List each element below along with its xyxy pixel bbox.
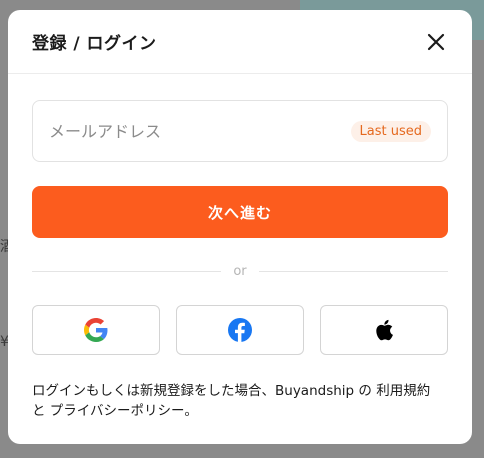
email-input[interactable]: [49, 121, 329, 141]
modal-body: Last used 次へ進む or: [8, 74, 472, 421]
terms-text: ログインもしくは新規登録をした場合、Buyandship の 利用規約と プライ…: [32, 381, 448, 421]
email-field[interactable]: Last used: [32, 100, 448, 162]
apple-icon: [376, 319, 393, 341]
divider-line: [32, 271, 222, 272]
google-login-button[interactable]: [32, 305, 160, 355]
terms-of-use-link[interactable]: 利用規約: [376, 383, 430, 399]
divider-line: [258, 271, 448, 272]
privacy-policy-link[interactable]: プライバシーポリシー: [50, 403, 185, 419]
social-login-row: [32, 305, 448, 355]
modal-header: 登録 / ログイン: [8, 10, 472, 74]
facebook-login-button[interactable]: [176, 305, 304, 355]
terms-connector: と: [32, 403, 46, 419]
terms-prefix: ログインもしくは新規登録をした場合、Buyandship の: [32, 383, 372, 399]
last-used-badge: Last used: [350, 120, 431, 142]
terms-suffix: 。: [184, 403, 198, 419]
google-icon: [84, 318, 108, 342]
apple-login-button[interactable]: [320, 305, 448, 355]
close-icon: [427, 33, 445, 50]
facebook-icon: [228, 318, 252, 342]
modal-title: 登録 / ログイン: [32, 34, 157, 54]
close-button[interactable]: [424, 30, 448, 54]
divider: or: [32, 264, 448, 279]
divider-text: or: [233, 264, 247, 279]
continue-button[interactable]: 次へ進む: [32, 186, 448, 238]
login-modal: 登録 / ログイン Last used 次へ進む or: [8, 10, 472, 444]
